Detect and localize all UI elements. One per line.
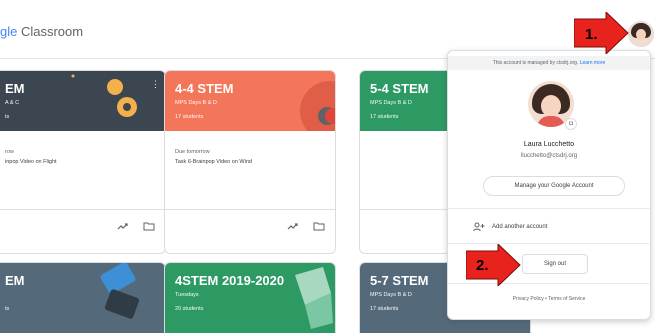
class-student-count: ts bbox=[5, 306, 10, 312]
privacy-policy-link[interactable]: Privacy Policy bbox=[513, 296, 544, 302]
avatar-body bbox=[537, 116, 565, 127]
add-account-label: Add another account bbox=[492, 224, 548, 230]
managed-domain: ctsdrj.org bbox=[556, 60, 577, 66]
brand-name: Classroom bbox=[17, 24, 84, 39]
step-1-arrow bbox=[574, 12, 629, 54]
class-title[interactable]: EM bbox=[5, 81, 25, 96]
assignment-link[interactable]: Task 6-Brainpop Video on Wind bbox=[175, 159, 252, 165]
add-person-icon bbox=[473, 222, 485, 232]
footer-separator: • bbox=[545, 296, 547, 302]
class-card-1[interactable]: EM A & C ts ⋮ row inpop Video on Flight bbox=[0, 70, 166, 254]
class-section: A & C bbox=[5, 100, 20, 106]
trend-icon[interactable] bbox=[287, 221, 299, 231]
folder-icon[interactable] bbox=[313, 221, 325, 231]
class-student-count: 17 students bbox=[370, 306, 399, 312]
brand-partial: gle bbox=[0, 24, 18, 39]
step-2-arrow bbox=[466, 244, 521, 286]
class-card-header: EM A & C ts ⋮ bbox=[0, 71, 165, 131]
class-student-count: 17 students bbox=[370, 114, 399, 120]
class-section: MPS Days B & D bbox=[370, 100, 412, 106]
app-brand[interactable]: gle Classroom bbox=[0, 24, 83, 39]
step-2-label: 2. bbox=[476, 257, 489, 274]
card-illustration bbox=[100, 263, 140, 319]
menu-footer: Privacy Policy • Terms of Service bbox=[448, 296, 650, 302]
learn-more-link[interactable]: Learn more bbox=[580, 60, 606, 66]
avatar-face bbox=[636, 29, 646, 40]
terms-of-service-link[interactable]: Terms of Service bbox=[548, 296, 585, 302]
class-card-2[interactable]: 4-4 STEM MPS Days B & D 17 students Due … bbox=[164, 70, 336, 254]
trend-icon[interactable] bbox=[117, 221, 129, 231]
managed-account-banner: This account is managed by ctsdrj.org. L… bbox=[448, 56, 650, 70]
camera-icon[interactable]: ◘ bbox=[565, 118, 577, 130]
card-actions bbox=[117, 221, 155, 231]
class-title[interactable]: 5-4 STEM bbox=[370, 81, 429, 96]
folder-icon[interactable] bbox=[143, 221, 155, 231]
account-name: Laura Lucchetto bbox=[523, 141, 575, 148]
class-student-count: ts bbox=[5, 114, 10, 120]
class-title[interactable]: 4-4 STEM bbox=[175, 81, 234, 96]
class-card-header: 4STEM 2019-2020 Tuesdays 20 students bbox=[165, 263, 335, 333]
class-card-header: EM ts bbox=[0, 263, 165, 333]
add-account-item[interactable]: Add another account bbox=[448, 219, 650, 237]
due-label: row bbox=[5, 149, 14, 155]
card-divider bbox=[165, 209, 335, 210]
avatar-face bbox=[541, 95, 561, 117]
account-email: llucchetto@ctsdrj.org bbox=[520, 153, 578, 159]
class-section: MPS Days B & D bbox=[370, 292, 412, 298]
card-divider bbox=[0, 209, 165, 210]
more-vert-icon[interactable]: ⋮ bbox=[151, 79, 160, 90]
account-avatar-button[interactable] bbox=[628, 21, 654, 47]
class-student-count: 17 students bbox=[175, 114, 204, 120]
menu-divider bbox=[448, 208, 650, 209]
card-illustration bbox=[71, 74, 137, 117]
assignment-link[interactable]: inpop Video on Flight bbox=[5, 159, 57, 165]
class-title[interactable]: 5-7 STEM bbox=[370, 273, 429, 288]
class-section: Tuesdays bbox=[175, 292, 199, 298]
due-label: Due tomorrow bbox=[175, 149, 210, 155]
card-actions bbox=[287, 221, 325, 231]
class-card-5[interactable]: 4STEM 2019-2020 Tuesdays 20 students bbox=[164, 262, 336, 333]
class-section: MPS Days B & D bbox=[175, 100, 217, 106]
managed-text: This account is managed by bbox=[492, 60, 557, 66]
class-student-count: 20 students bbox=[175, 306, 204, 312]
class-title[interactable]: EM bbox=[5, 273, 25, 288]
class-card-4[interactable]: EM ts bbox=[0, 262, 166, 333]
sign-out-button[interactable]: Sign out bbox=[522, 254, 588, 274]
step-1-label-overlay: 1. bbox=[585, 26, 598, 43]
class-card-header: 4-4 STEM MPS Days B & D 17 students bbox=[165, 71, 335, 131]
manage-account-button[interactable]: Manage your Google Account bbox=[483, 176, 625, 196]
class-title[interactable]: 4STEM 2019-2020 bbox=[175, 273, 284, 288]
